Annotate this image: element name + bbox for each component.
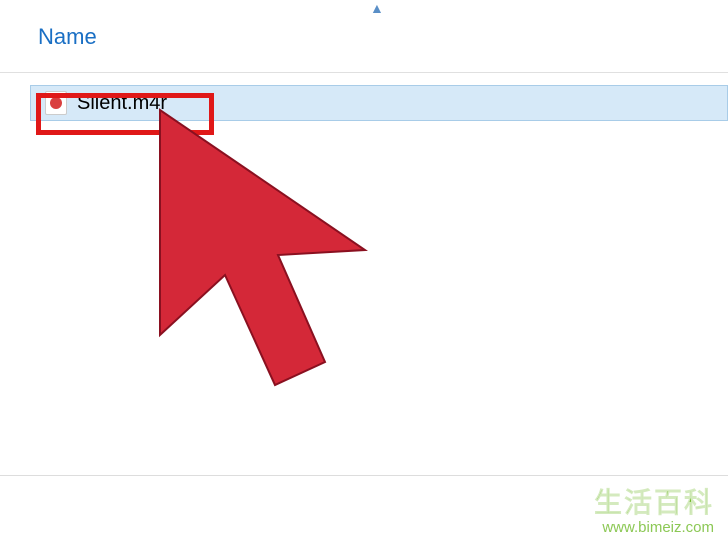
file-list: Silent.m4r [0, 85, 728, 121]
header-divider [0, 72, 728, 73]
watermark: 生活百科 www.bimeiz.com [594, 481, 714, 536]
sort-indicator-icon: ▲ [370, 0, 384, 16]
column-header-area: ▲ Name [0, 0, 728, 62]
bottom-divider [0, 475, 728, 476]
watermark-url-text: www.bimeiz.com [594, 519, 714, 536]
watermark-cn-text: 生活百科 [594, 481, 714, 521]
file-row[interactable]: Silent.m4r [30, 85, 728, 121]
cursor-arrow-icon [140, 100, 440, 415]
m4r-file-icon [45, 91, 67, 115]
name-column-header[interactable]: Name [38, 24, 728, 50]
file-name-label: Silent.m4r [77, 92, 167, 115]
